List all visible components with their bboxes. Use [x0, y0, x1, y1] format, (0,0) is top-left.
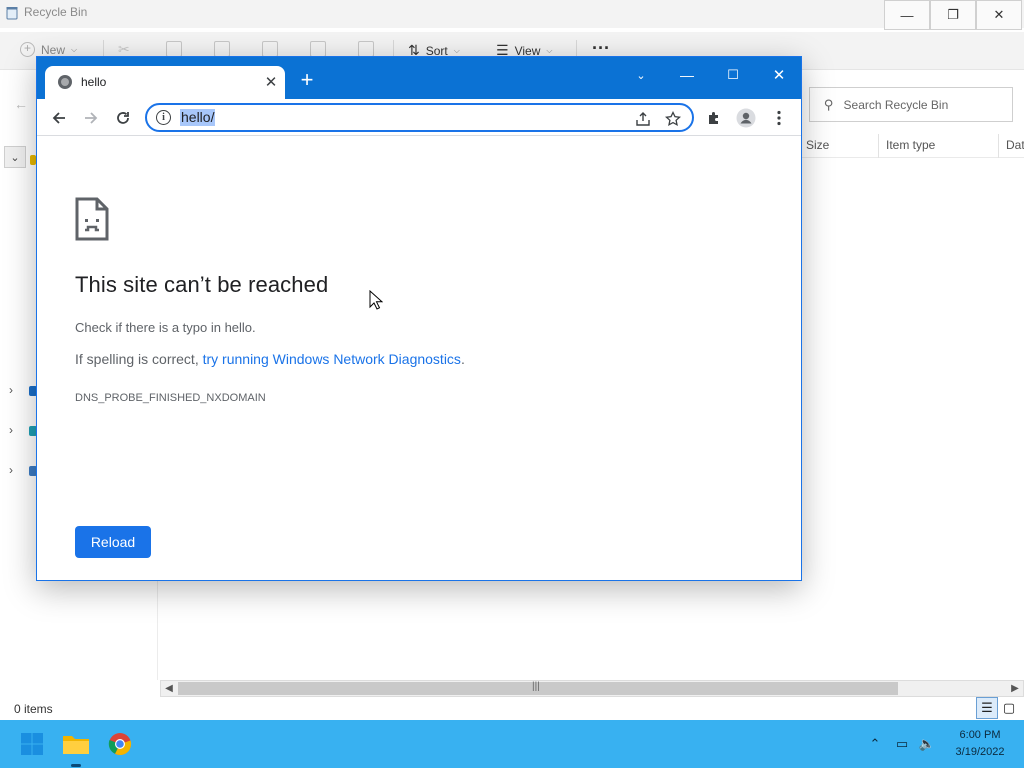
- active-app-indicator: [71, 764, 81, 767]
- search-placeholder: Search Recycle Bin: [843, 97, 949, 112]
- item-count-status: 0 items: [14, 702, 53, 716]
- new-button[interactable]: + New ⌵: [20, 42, 77, 57]
- clock-date: 3/19/2022: [955, 746, 1005, 758]
- share-icon[interactable]: [633, 109, 653, 129]
- explorer-title: Recycle Bin: [24, 5, 88, 19]
- network-diagnostics-link[interactable]: try running Windows Network Diagnostics: [203, 351, 461, 367]
- paste-icon[interactable]: [214, 41, 230, 57]
- address-bar[interactable]: i hello/: [145, 103, 694, 132]
- clock[interactable]: 6:00 PM 3/19/2022: [948, 727, 1012, 761]
- reload-icon[interactable]: [110, 105, 136, 131]
- diagnostics-suffix: .: [460, 351, 465, 367]
- scroll-left-arrow-icon[interactable]: ◀: [161, 681, 177, 696]
- recycle-bin-icon: [6, 7, 18, 20]
- rename-icon[interactable]: [262, 41, 278, 57]
- copy-icon[interactable]: [166, 41, 182, 57]
- bookmark-star-icon[interactable]: [663, 109, 683, 129]
- this-pc-expand-chevron[interactable]: ›: [9, 423, 13, 437]
- site-info-icon[interactable]: i: [156, 110, 171, 125]
- explorer-close-button[interactable]: ✕: [976, 0, 1022, 30]
- scrollbar-thumb[interactable]: |||: [178, 681, 898, 695]
- explorer-minimize-button[interactable]: —: [884, 0, 930, 30]
- column-header-item-type[interactable]: Item type: [886, 138, 935, 152]
- search-icon: ⚲: [824, 96, 834, 112]
- close-window-icon[interactable]: ✕: [759, 61, 799, 89]
- explorer-restore-button[interactable]: ❐: [930, 0, 976, 30]
- taskbar: ⌃ ▭ 🔈 6:00 PM 3/19/2022: [0, 720, 1024, 768]
- kebab-menu-icon[interactable]: [766, 105, 792, 131]
- back-arrow-icon[interactable]: ←: [14, 96, 28, 112]
- column-headers: Size Item type Dat: [800, 134, 1024, 158]
- globe-icon: [58, 75, 72, 89]
- reload-button[interactable]: Reload: [75, 526, 151, 558]
- network-expand-chevron[interactable]: ›: [9, 463, 13, 477]
- column-header-date[interactable]: Dat: [1006, 138, 1024, 152]
- maximize-icon[interactable]: ☐: [713, 61, 753, 89]
- new-button-label: New: [41, 42, 66, 57]
- chevron-down-icon: ⌵: [71, 44, 78, 54]
- share-icon[interactable]: [310, 41, 326, 57]
- new-tab-plus-icon[interactable]: +: [295, 69, 319, 93]
- grip-icon: |||: [532, 681, 540, 692]
- plus-circle-icon: +: [20, 42, 35, 57]
- start-button-windows-icon[interactable]: [16, 728, 48, 760]
- details-view-icon[interactable]: ☰: [976, 697, 998, 719]
- large-icons-view-icon[interactable]: ▢: [998, 697, 1020, 719]
- profile-avatar-icon[interactable]: [733, 105, 759, 131]
- network-status-icon[interactable]: ▭: [894, 736, 910, 752]
- cut-icon[interactable]: ✂: [118, 41, 134, 57]
- delete-icon[interactable]: [358, 41, 374, 57]
- minimize-icon[interactable]: —: [667, 61, 707, 89]
- browser-toolbar: i hello/: [37, 99, 801, 136]
- diagnostics-prefix: If spelling is correct,: [75, 351, 203, 367]
- forward-arrow-icon[interactable]: [78, 105, 104, 131]
- tab-hello[interactable]: hello ✕: [45, 66, 285, 99]
- tab-title: hello: [81, 75, 107, 89]
- volume-icon[interactable]: 🔈: [919, 736, 935, 752]
- clock-time: 6:00 PM: [959, 729, 1001, 741]
- quick-access-expander[interactable]: ⌄: [4, 146, 26, 168]
- tab-search-chevron-icon[interactable]: ⌄: [621, 61, 661, 89]
- tab-strip: hello ✕ + ⌄ — ☐ ✕: [37, 57, 801, 99]
- error-page: This site can’t be reached Check if ther…: [37, 137, 801, 580]
- extensions-puzzle-icon[interactable]: [701, 105, 727, 131]
- chevron-down-icon: ⌵: [453, 45, 460, 55]
- search-recycle-bin-input[interactable]: ⚲ Search Recycle Bin: [809, 87, 1013, 122]
- error-typo-hint: Check if there is a typo in hello.: [75, 320, 256, 335]
- tab-close-icon[interactable]: ✕: [261, 72, 281, 92]
- file-explorer-taskbar-icon[interactable]: [60, 728, 92, 760]
- column-divider: [878, 134, 879, 158]
- address-bar-url[interactable]: hello/: [180, 109, 216, 126]
- error-code: DNS_PROBE_FINISHED_NXDOMAIN: [75, 392, 266, 404]
- chevron-down-icon: ⌵: [546, 45, 553, 55]
- error-diagnostics-hint: If spelling is correct, try running Wind…: [75, 351, 465, 367]
- scroll-right-arrow-icon[interactable]: ▶: [1007, 681, 1023, 696]
- error-heading: This site can’t be reached: [75, 272, 329, 297]
- chrome-window: hello ✕ + ⌄ — ☐ ✕ i hello/ This site can…: [36, 56, 802, 581]
- column-header-size[interactable]: Size: [806, 138, 829, 152]
- onedrive-expand-chevron[interactable]: ›: [9, 383, 13, 397]
- horizontal-scrollbar[interactable]: ◀ ||| ▶: [160, 680, 1024, 697]
- sad-document-icon: [75, 197, 109, 241]
- explorer-titlebar: Recycle Bin — ❐ ✕: [0, 0, 1024, 30]
- mouse-cursor-icon: [369, 290, 383, 310]
- show-hidden-icons-chevron[interactable]: ⌃: [867, 736, 883, 752]
- back-arrow-icon[interactable]: [46, 105, 72, 131]
- chrome-taskbar-icon[interactable]: [104, 728, 136, 760]
- column-divider: [998, 134, 999, 158]
